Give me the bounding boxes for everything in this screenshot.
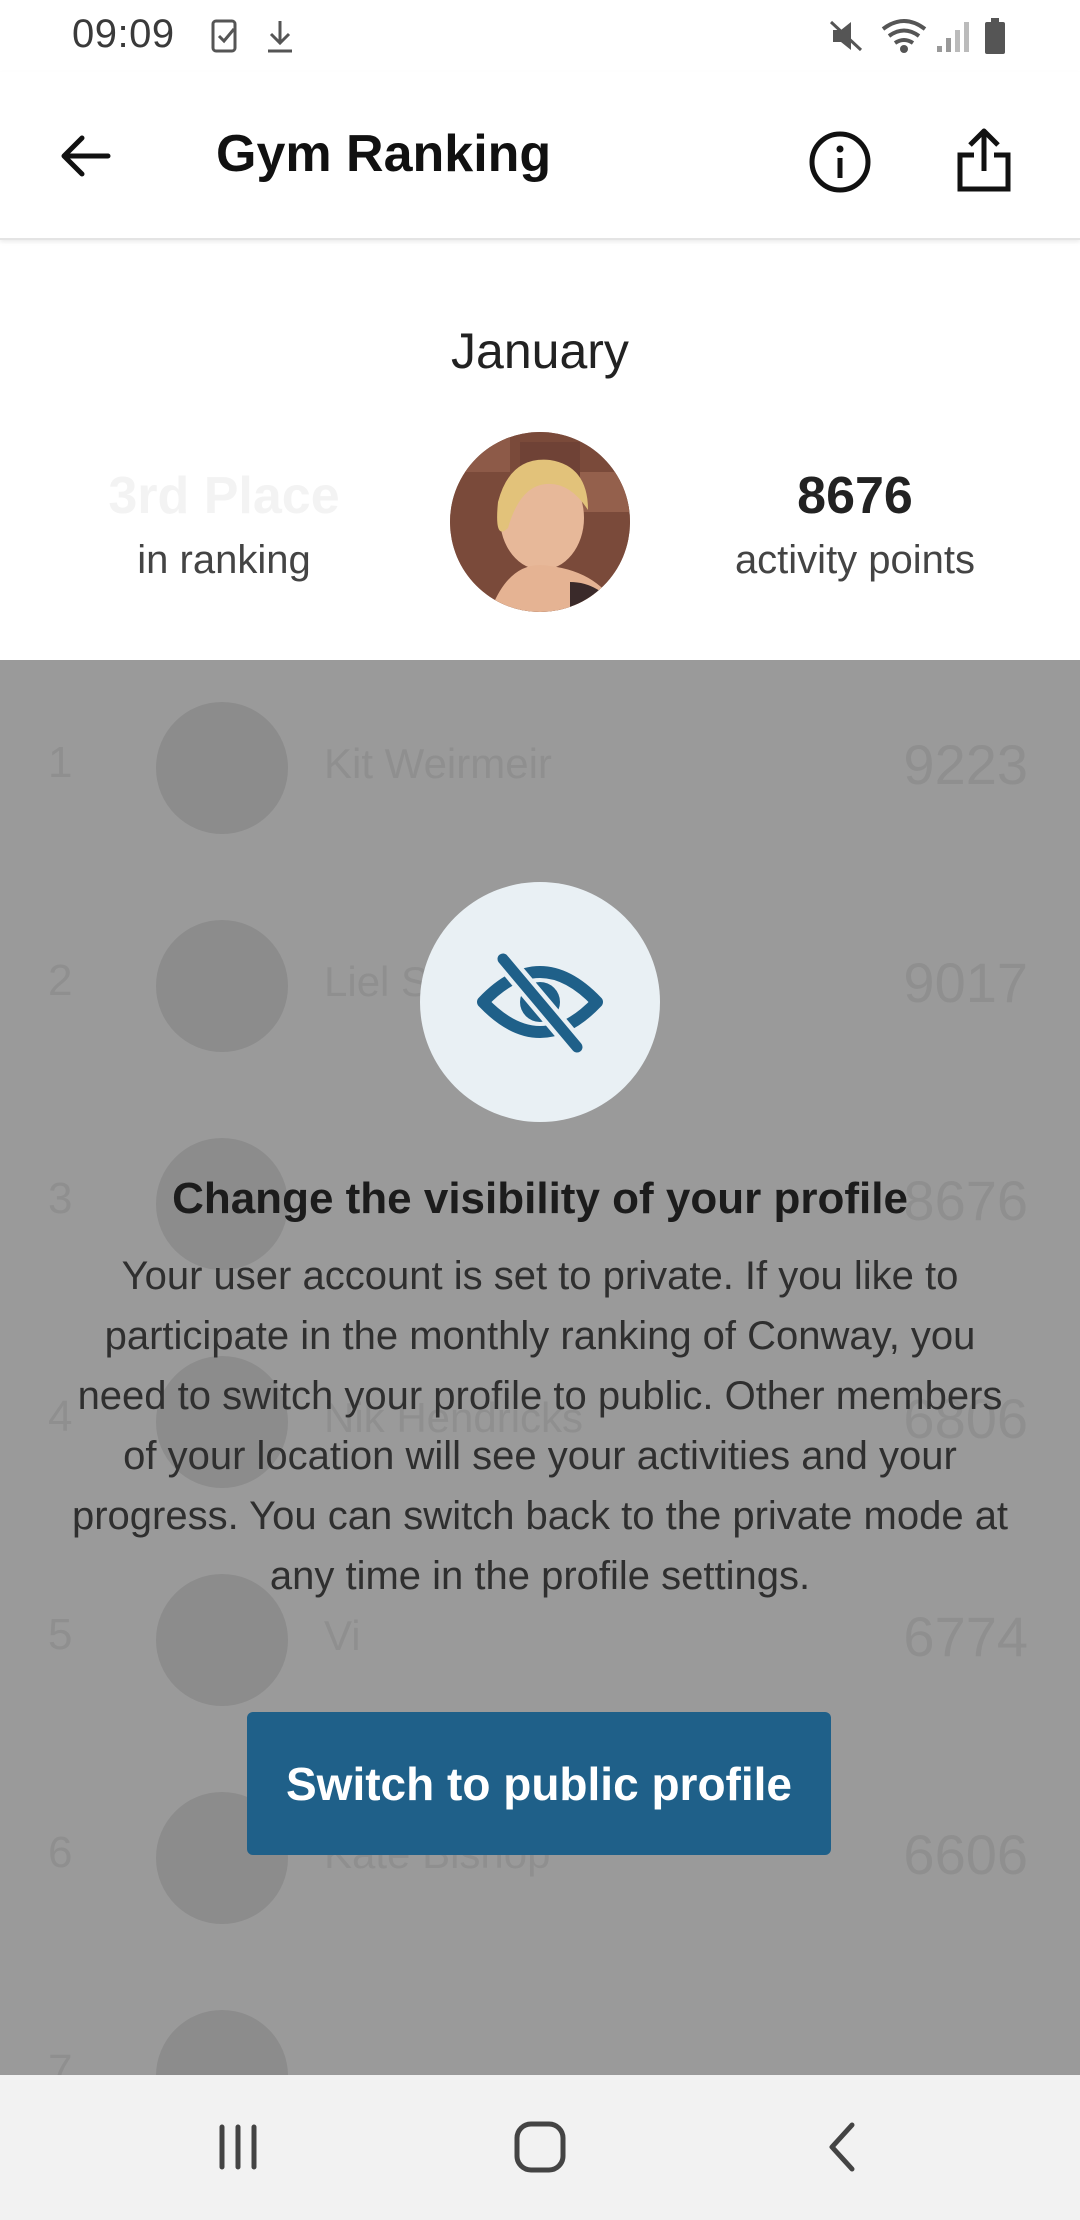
back-button[interactable] [48,120,120,192]
ranking-row: 1 Kit Weirmeir 9223 [0,660,1080,880]
ranking-row: 7 [0,1968,1080,2075]
visibility-icon-badge [420,882,660,1122]
eye-off-icon [477,949,603,1057]
recent-apps-button[interactable] [198,2111,278,2183]
member-points: 6606 [903,1823,1028,1886]
rank-number: 7 [48,2046,73,2075]
home-button[interactable] [500,2111,580,2183]
rank-number: 5 [48,1610,73,1659]
rank-number: 1 [48,738,73,787]
member-points: 6774 [903,1605,1028,1668]
download-icon [262,16,298,56]
rank-number: 2 [48,956,73,1005]
rank-number: 6 [48,1828,73,1877]
modal-title: Change the visibility of your profile [172,1174,908,1223]
member-points: 9223 [903,733,1028,796]
info-button[interactable] [800,122,880,202]
mute-icon [826,16,868,56]
user-avatar [450,432,630,612]
home-icon [514,2121,566,2173]
info-icon [809,131,871,193]
back-nav-icon [829,2122,855,2172]
signal-icon [934,16,974,56]
app-bar: Gym Ranking [0,72,1080,240]
member-avatar [156,702,288,834]
status-time: 09:09 [72,12,175,56]
place-value: 3rd Place [108,467,340,525]
month-label: January [451,323,629,379]
recent-apps-icon [219,2124,257,2170]
share-button[interactable] [944,116,1024,204]
wifi-icon [878,16,930,56]
switch-to-public-button[interactable]: Switch to public profile [247,1712,831,1855]
member-name: Liel S [324,958,430,1005]
member-avatar [156,2010,288,2075]
points-label: activity points [734,538,976,582]
battery-icon [980,16,1010,56]
points-value: 8676 [797,467,913,525]
modal-body-text: Your user account is set to private. If … [71,1254,1009,1598]
arrow-left-icon [61,135,111,177]
status-bar: 09:09 [0,0,1080,72]
ranking-summary: January 3rd Place in ranking 8676 activi… [0,242,1080,660]
task-icon [208,16,244,56]
page-title: Gym Ranking [216,125,552,183]
back-nav-button[interactable] [802,2111,882,2183]
place-label: in ranking [137,538,311,582]
share-icon [957,128,1011,192]
system-nav-bar [0,2075,1080,2220]
member-points: 9017 [903,951,1028,1014]
member-name: Vi [324,1612,361,1659]
member-avatar [156,920,288,1052]
member-name: Kit Weirmeir [324,740,552,787]
